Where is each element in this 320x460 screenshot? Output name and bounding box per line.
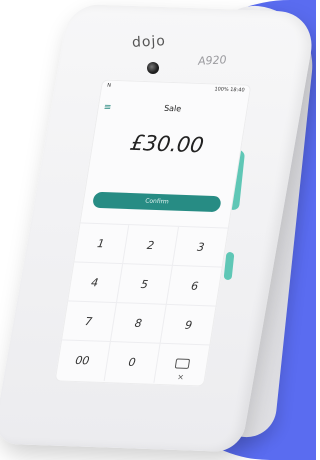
key-9[interactable]: 9	[160, 304, 217, 346]
camera-lens-icon	[147, 62, 159, 74]
status-bar: N 100% 18:40	[101, 81, 252, 94]
amount-display: £30.00	[128, 130, 206, 158]
status-indicator: N	[106, 82, 112, 89]
key-3[interactable]: 3	[172, 226, 229, 268]
key-7[interactable]: 7	[61, 301, 117, 343]
key-6[interactable]: 6	[166, 265, 223, 307]
key-4[interactable]: 4	[67, 262, 124, 304]
page-title: Sale	[163, 103, 182, 114]
brand-logo: dojo	[131, 33, 167, 51]
key-8[interactable]: 8	[110, 303, 167, 344]
status-clock: 100% 18:40	[213, 86, 245, 94]
model-label: A920	[197, 53, 227, 68]
key-2[interactable]: 2	[123, 225, 179, 266]
backspace-icon: ×	[174, 358, 191, 382]
numeric-keypad: 1 2 3 4 5 6 7 8 9 00 0 ×	[54, 222, 229, 388]
key-00[interactable]: 00	[54, 340, 111, 382]
backspace-key[interactable]: ×	[154, 344, 210, 385]
product-photo: dojo A920 N 100% 18:40 ≡ Sale £30.00 Con…	[0, 0, 316, 460]
confirm-button[interactable]: Confirm	[91, 191, 222, 213]
key-0[interactable]: 0	[104, 342, 161, 383]
key-5[interactable]: 5	[116, 264, 173, 305]
key-1[interactable]: 1	[73, 223, 130, 265]
